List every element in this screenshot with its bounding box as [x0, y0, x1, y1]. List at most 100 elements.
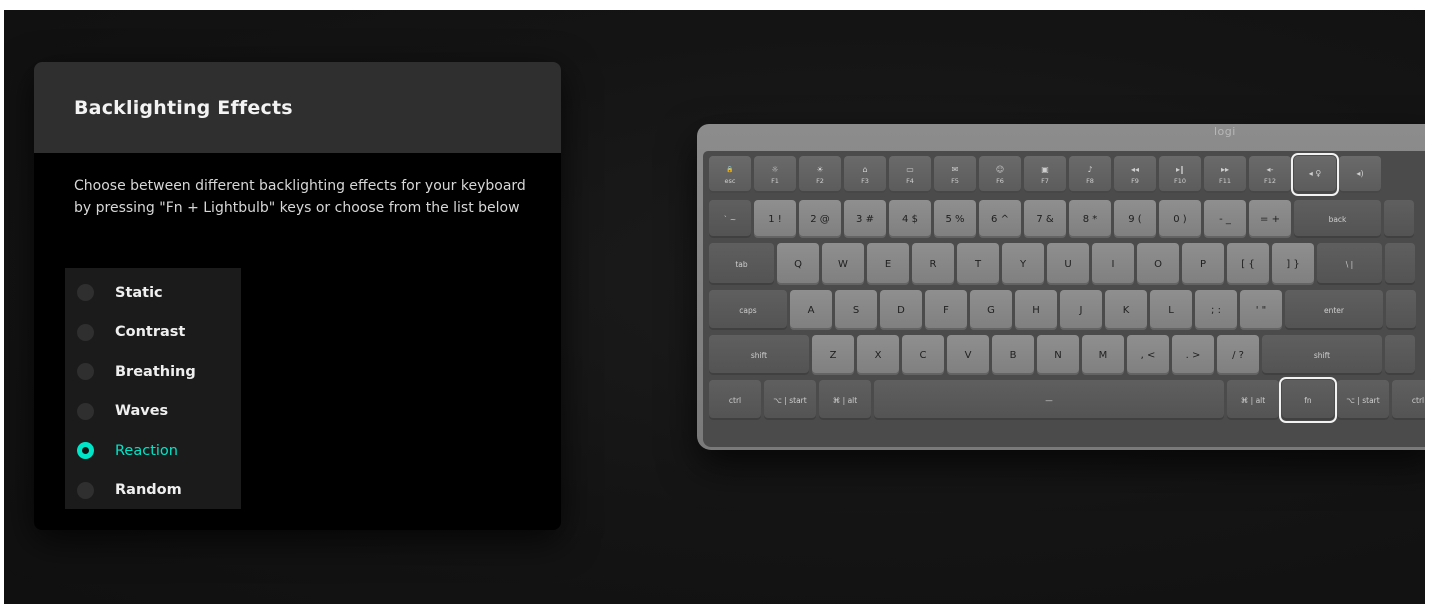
key-9: 9 (: [1114, 200, 1156, 238]
key-label: Q: [794, 258, 802, 270]
key-label: P: [1199, 258, 1207, 270]
key-3: 3 #: [844, 200, 886, 238]
key-label: 8 *: [1082, 213, 1098, 225]
key-cmd-alt-right: ⌘ | alt: [1227, 380, 1279, 420]
key-f5: ✉ F5: [934, 156, 976, 193]
key-semicolon: ; :: [1195, 290, 1237, 330]
key-s: S: [835, 290, 877, 330]
key-f3: ⌂ F3: [844, 156, 886, 193]
key-label: 4 $: [902, 213, 918, 225]
radio-button-selected[interactable]: [77, 442, 94, 460]
effect-option-reaction[interactable]: Reaction: [65, 431, 241, 471]
key-label: caps: [739, 305, 757, 315]
key-minus: - _: [1204, 200, 1246, 238]
key-b: B: [992, 335, 1034, 375]
key-label: ⌥ | start: [1346, 395, 1380, 405]
key-label: X: [874, 349, 882, 361]
key-edge: [1384, 200, 1414, 238]
key-volume-up: ◂): [1339, 156, 1381, 193]
key-label: F6: [996, 176, 1004, 185]
key-label: K: [1122, 304, 1130, 316]
radio-button[interactable]: [77, 284, 94, 302]
key-enter: enter: [1285, 290, 1383, 330]
key-slash: / ?: [1217, 335, 1259, 375]
keyboard-deck: 🔒 esc ☼ F1 ☀ F2 ⌂ F3 ▭ F4 ✉ F5 ☺ F6 ▣ F7 ♪ F8 ◂◂ F9 ▸‖ F10 ▸▸ F…: [703, 151, 1425, 447]
key-backspace: back: [1294, 200, 1381, 238]
effect-option-label: Contrast: [115, 324, 186, 341]
key-opt-start-right: ⌥ | start: [1337, 380, 1389, 420]
key-f10-icon: ▸‖: [1175, 164, 1184, 174]
key-space: —: [874, 380, 1224, 420]
key-label: ⌘ | alt: [1240, 395, 1266, 405]
key-equals: = +: [1249, 200, 1291, 238]
radio-button[interactable]: [77, 402, 94, 420]
key-lbracket: [ {: [1227, 243, 1269, 285]
radio-button[interactable]: [77, 363, 94, 381]
key-w: W: [822, 243, 864, 285]
effect-option-waves[interactable]: Waves: [65, 392, 241, 432]
keyboard-image: logi 🔒 esc ☼ F1 ☀ F2 ⌂ F3 ▭ F4 ✉ F5 ☺ F6 ▣ F7 ♪ F8 ◂◂ F9 ▸‖ F…: [697, 124, 1425, 450]
key-f4: ▭ F4: [889, 156, 931, 193]
key-label: 3 #: [856, 213, 874, 225]
key-label: 2 @: [810, 213, 830, 225]
key-f11-icon: ▸▸: [1220, 164, 1230, 174]
key-label: enter: [1323, 305, 1344, 315]
key-f10: ▸‖ F10: [1159, 156, 1201, 193]
radio-button[interactable]: [77, 323, 94, 341]
key-f7-icon: ▣: [1041, 164, 1049, 174]
effect-option-random[interactable]: Random: [65, 471, 241, 511]
key-p: P: [1182, 243, 1224, 285]
key-f5-icon: ✉: [951, 164, 959, 174]
effect-option-breathing[interactable]: Breathing: [65, 352, 241, 392]
key-i: I: [1092, 243, 1134, 285]
key-f8: ♪ F8: [1069, 156, 1111, 193]
key-k: K: [1105, 290, 1147, 330]
key-label: ` ~: [723, 214, 737, 224]
key-comma: , <: [1127, 335, 1169, 375]
key-label: ' ": [1255, 304, 1267, 316]
key-label: F9: [1131, 176, 1139, 185]
key-label: ⌘ | alt: [832, 395, 858, 405]
key-label: Z: [829, 349, 837, 361]
key-label: F1: [771, 176, 779, 185]
panel-title: Backlighting Effects: [74, 96, 293, 119]
key-2: 2 @: [799, 200, 841, 238]
effect-option-static[interactable]: Static: [65, 273, 241, 313]
key-m: M: [1082, 335, 1124, 375]
key-backlight: ◂ ♀: [1291, 153, 1339, 196]
key-t: T: [957, 243, 999, 285]
key-f9: ◂◂ F9: [1114, 156, 1156, 193]
key-f7: ▣ F7: [1024, 156, 1066, 193]
key-label: 0 ): [1173, 213, 1187, 225]
key-f8-icon: ♪: [1087, 164, 1093, 174]
key-u: U: [1047, 243, 1089, 285]
key-label: Y: [1019, 258, 1027, 270]
keyboard-row: caps A S D F G H J K L ; : ' " enter: [709, 290, 1416, 330]
key-ctrl-right: ctrl: [1392, 380, 1425, 420]
effect-option-contrast[interactable]: Contrast: [65, 313, 241, 353]
key-label: shift: [750, 350, 768, 360]
key-backslash: \ |: [1317, 243, 1382, 285]
key-label: 5 %: [945, 213, 965, 225]
key-label: F8: [1086, 176, 1094, 185]
key-5: 5 %: [934, 200, 976, 238]
key-7: 7 &: [1024, 200, 1066, 238]
key-shift-left: shift: [709, 335, 809, 375]
key-label: A: [807, 304, 815, 316]
key-l: L: [1150, 290, 1192, 330]
key-1: 1 !: [754, 200, 796, 238]
key-caps: caps: [709, 290, 787, 330]
key-label: F3: [861, 176, 869, 185]
key-0: 0 ): [1159, 200, 1201, 238]
key-cmd-alt-left: ⌘ | alt: [819, 380, 871, 420]
key-label: F10: [1173, 176, 1186, 185]
key-volume-up-icon: ◂): [1356, 168, 1364, 178]
key-tab: tab: [709, 243, 774, 285]
key-o: O: [1137, 243, 1179, 285]
key-f11: ▸▸ F11: [1204, 156, 1246, 193]
effect-option-label: Waves: [115, 403, 169, 420]
key-r: R: [912, 243, 954, 285]
key-f2: ☀ F2: [799, 156, 841, 193]
radio-button[interactable]: [77, 481, 94, 499]
key-esc: 🔒 esc: [709, 156, 751, 193]
